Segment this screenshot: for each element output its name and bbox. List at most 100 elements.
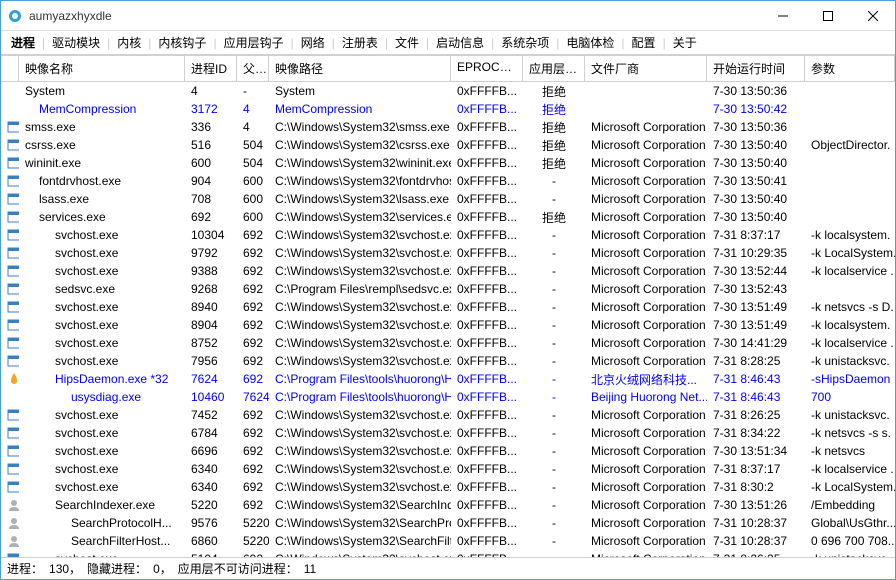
cell-time: 7-30 13:50:41 [707,173,805,189]
cell-time: 7-30 13:52:44 [707,263,805,279]
cell-pid: 7624 [185,371,237,387]
minimize-button[interactable] [760,1,805,30]
cell-access: - [523,227,585,243]
col-header[interactable]: 参数 [805,56,895,81]
cell-eprocess: 0xFFFFB... [451,425,523,441]
col-header[interactable]: 文件厂商 [585,56,707,81]
cell-args [805,108,895,110]
col-header[interactable]: 应用层访... [523,56,585,81]
table-row[interactable]: HipsDaemon.exe *327624692C:\Program File… [1,370,895,388]
cell-name: fontdrvhost.exe [19,173,185,189]
cell-name: csrss.exe [19,137,185,153]
table-row[interactable]: svchost.exe7452692C:\Windows\System32\sv… [1,406,895,424]
status-proc-label: 进程： [7,560,43,577]
cell-name: MemCompression [19,101,185,117]
cell-eprocess: 0xFFFFB... [451,533,523,549]
col-icon[interactable] [1,56,19,81]
cell-name: svchost.exe [19,443,185,459]
menu-0[interactable]: 进程 [5,32,41,53]
col-header[interactable]: 父... [237,56,269,81]
table-row[interactable]: lsass.exe708600C:\Windows\System32\lsass… [1,190,895,208]
menu-4[interactable]: 应用层钩子 [218,32,290,53]
menu-8[interactable]: 启动信息 [430,32,490,53]
cell-args: -k localsystem. [805,317,895,333]
table-row[interactable]: sedsvc.exe9268692C:\Program Files\rempl\… [1,280,895,298]
cell-access: 拒绝 [523,100,585,119]
cell-time: 7-31 8:46:43 [707,371,805,387]
process-icon [7,498,19,512]
cell-args: -k localservice . [805,335,895,351]
table-row[interactable]: svchost.exe6784692C:\Windows\System32\sv… [1,424,895,442]
cell-eprocess: 0xFFFFB... [451,137,523,153]
cell-time: 7-30 13:51:26 [707,497,805,513]
titlebar[interactable]: aumyazxhyxdle [1,1,895,31]
table-row[interactable]: usysdiag.exe104607624C:\Program Files\to… [1,388,895,406]
table-row[interactable]: svchost.exe9388692C:\Windows\System32\sv… [1,262,895,280]
cell-eprocess: 0xFFFFB... [451,551,523,557]
menu-7[interactable]: 文件 [389,32,425,53]
table-row[interactable]: svchost.exe5104692C:\Windows\System32\sv… [1,550,895,557]
table-row[interactable]: svchost.exe9792692C:\Windows\System32\sv… [1,244,895,262]
cell-path: C:\Windows\System32\svchost.exe [269,551,451,557]
menu-3[interactable]: 内核钩子 [152,32,212,53]
row-icon-cell [1,119,19,135]
table-row[interactable]: svchost.exe6696692C:\Windows\System32\sv… [1,442,895,460]
col-header[interactable]: 开始运行时间 [707,56,805,81]
cell-name: svchost.exe [19,335,185,351]
cell-time: 7-30 14:41:29 [707,335,805,351]
table-row[interactable]: svchost.exe8752692C:\Windows\System32\sv… [1,334,895,352]
menu-5[interactable]: 网络 [295,32,331,53]
menu-1[interactable]: 驱动模块 [46,32,106,53]
app-icon [7,8,23,24]
cell-name: lsass.exe [19,191,185,207]
table-row[interactable]: svchost.exe10304692C:\Windows\System32\s… [1,226,895,244]
cell-args: Global\UsGthr... [805,515,895,531]
process-table[interactable]: 映像名称进程ID父...映像路径EPROCESS应用层访...文件厂商开始运行时… [1,55,895,557]
table-row[interactable]: SearchFilterHost...68605220C:\Windows\Sy… [1,532,895,550]
menu-2[interactable]: 内核 [111,32,147,53]
cell-access: - [523,281,585,297]
cell-eprocess: 0xFFFFB... [451,479,523,495]
process-icon [7,318,19,332]
process-icon [7,282,19,296]
col-header[interactable]: 映像名称 [19,56,185,81]
maximize-button[interactable] [805,1,850,30]
process-icon [7,354,19,368]
col-header[interactable]: EPROCESS [451,56,523,81]
cell-args: -k unistacksvc. [805,353,895,369]
cell-pid: 3172 [185,101,237,117]
table-row[interactable]: fontdrvhost.exe904600C:\Windows\System32… [1,172,895,190]
table-row[interactable]: MemCompression31724MemCompression0xFFFFB… [1,100,895,118]
cell-vendor: Microsoft Corporation [585,479,707,495]
row-icon-cell [1,551,19,557]
col-header[interactable]: 映像路径 [269,56,451,81]
table-row[interactable]: System4-System0xFFFFB...拒绝7-30 13:50:36 [1,82,895,100]
table-row[interactable]: svchost.exe8904692C:\Windows\System32\sv… [1,316,895,334]
cell-eprocess: 0xFFFFB... [451,209,523,225]
cell-vendor: Microsoft Corporation [585,227,707,243]
process-icon [7,444,19,458]
cell-eprocess: 0xFFFFB... [451,245,523,261]
table-row[interactable]: svchost.exe8940692C:\Windows\System32\sv… [1,298,895,316]
cell-vendor: Microsoft Corporation [585,155,707,171]
table-row[interactable]: wininit.exe600504C:\Windows\System32\win… [1,154,895,172]
table-row[interactable]: smss.exe3364C:\Windows\System32\smss.exe… [1,118,895,136]
col-header[interactable]: 进程ID [185,56,237,81]
table-row[interactable]: csrss.exe516504C:\Windows\System32\csrss… [1,136,895,154]
close-button[interactable] [850,1,895,30]
menu-12[interactable]: 关于 [667,32,703,53]
cell-pid: 6860 [185,533,237,549]
table-row[interactable]: svchost.exe7956692C:\Windows\System32\sv… [1,352,895,370]
table-row[interactable]: SearchIndexer.exe5220692C:\Windows\Syste… [1,496,895,514]
row-icon-cell [1,479,19,495]
cell-vendor: Microsoft Corporation [585,263,707,279]
menu-6[interactable]: 注册表 [336,32,384,53]
table-row[interactable]: svchost.exe6340692C:\Windows\System32\sv… [1,478,895,496]
menu-9[interactable]: 系统杂项 [495,32,555,53]
cell-args: -k localsystem. [805,227,895,243]
table-row[interactable]: SearchProtocolH...95765220C:\Windows\Sys… [1,514,895,532]
table-row[interactable]: svchost.exe6340692C:\Windows\System32\sv… [1,460,895,478]
menu-11[interactable]: 配置 [626,32,662,53]
menu-10[interactable]: 电脑体检 [560,32,620,53]
table-row[interactable]: services.exe692600C:\Windows\System32\se… [1,208,895,226]
